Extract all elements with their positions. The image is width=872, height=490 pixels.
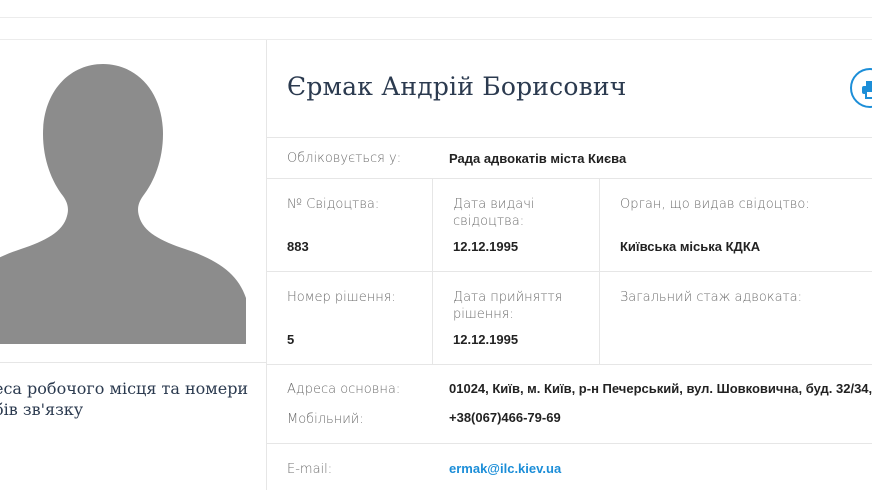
row-divider	[267, 443, 872, 444]
decision-date-value: 12.12.1995	[453, 332, 519, 347]
row-divider	[267, 271, 872, 272]
top-divider	[0, 17, 872, 18]
issuer-value: Київська міська КДКА	[620, 239, 761, 254]
sidebar-divider	[0, 362, 266, 363]
row-divider	[267, 137, 872, 138]
registered-value: Рада адвокатів міста Києва	[449, 151, 627, 166]
row-divider	[267, 178, 872, 179]
mobile-label: Мобільний:	[287, 412, 364, 427]
certificate-label: № Свідоцтва:	[287, 197, 380, 212]
email-label: E-mail:	[287, 462, 333, 477]
lawyer-name: Єрмак Андрій Борисович	[287, 72, 627, 101]
address-label: Адреса основна:	[287, 382, 401, 397]
decision-label: Номер рішення:	[287, 290, 396, 305]
column-separator	[266, 40, 267, 490]
printer-icon	[862, 81, 872, 99]
issuer-label: Орган, що видав свідоцтво:	[620, 197, 810, 212]
issue-date-label: Дата видачі свідоцтва:	[453, 197, 535, 229]
certificate-value: 883	[287, 239, 309, 254]
mobile-value: +38(067)466-79-69	[449, 410, 561, 425]
profile-sidebar: еса робочого місця та номери бів зв'язку	[0, 40, 266, 490]
decision-value: 5	[287, 332, 295, 347]
email-link[interactable]: ermak@ilc.kiev.ua	[449, 460, 561, 477]
print-button[interactable]	[850, 68, 872, 108]
avatar-silhouette	[0, 64, 246, 344]
registered-label: Обліковується у:	[287, 151, 402, 166]
issue-date-value: 12.12.1995	[453, 239, 519, 254]
address-value: 01024, Київ, м. Київ, р-н Печерський, ву…	[449, 381, 872, 396]
contacts-heading: еса робочого місця та номери бів зв'язку	[0, 379, 249, 419]
decision-date-label: Дата прийняття рішення:	[453, 290, 563, 322]
row-divider	[267, 364, 872, 365]
experience-label: Загальний стаж адвоката:	[620, 290, 803, 305]
